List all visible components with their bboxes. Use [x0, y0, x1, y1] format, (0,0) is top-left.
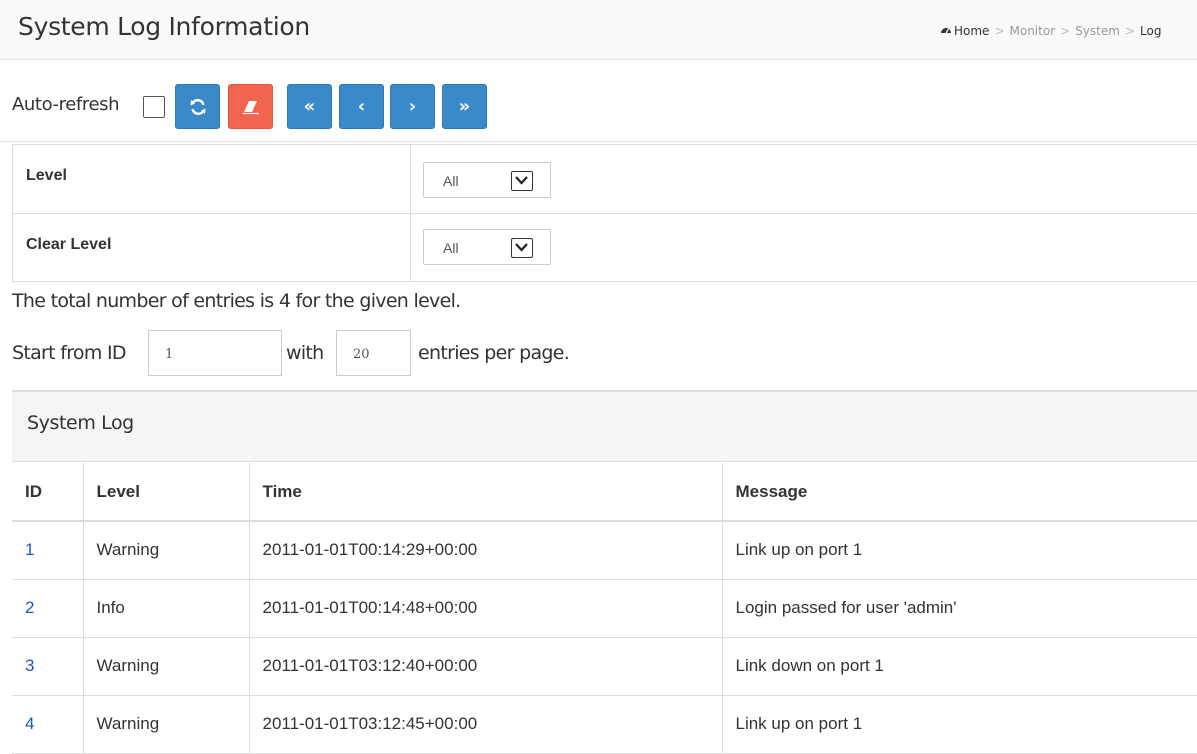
column-header-level: Level	[83, 463, 250, 522]
clear-level-select[interactable]: All	[423, 229, 551, 265]
double-chevron-right-icon: »	[458, 96, 471, 117]
clear-level-label: Clear Level	[26, 236, 112, 253]
log-id-link[interactable]: 4	[25, 714, 34, 733]
level-select[interactable]: All	[423, 162, 551, 198]
log-time-cell: 2011-01-01T00:14:29+00:00	[249, 521, 723, 580]
log-id-cell: 2	[12, 579, 84, 638]
level-settings-table: Level All Clear Level All	[12, 144, 1197, 282]
refresh-button[interactable]	[175, 84, 220, 129]
chevron-right-icon: ›	[408, 96, 417, 117]
level-select-value: All	[443, 173, 459, 189]
page-title: System Log Information	[18, 12, 310, 41]
start-id-label: Start from ID	[12, 342, 127, 364]
log-time-cell: 2011-01-01T03:12:45+00:00	[249, 695, 723, 754]
log-id-link[interactable]: 3	[25, 656, 34, 675]
log-message-cell: Login passed for user 'admin'	[722, 579, 1197, 638]
panel-header: System Log	[12, 392, 1197, 462]
log-message-cell: Link up on port 1	[722, 695, 1197, 754]
clear-level-row: Clear Level All	[13, 213, 1197, 281]
breadcrumb-separator: >	[1060, 24, 1071, 38]
clear-level-select-value: All	[443, 240, 459, 256]
next-page-button[interactable]: ›	[390, 84, 435, 129]
chevron-down-icon	[511, 238, 533, 258]
log-level-cell: Warning	[83, 637, 250, 696]
chevron-down-icon	[511, 171, 533, 191]
log-level-cell: Warning	[83, 521, 250, 580]
level-row: Level All	[13, 145, 1197, 213]
table-row: 1 Warning 2011-01-01T00:14:29+00:00 Link…	[12, 521, 1197, 580]
log-level-cell: Warning	[83, 695, 250, 754]
breadcrumb-log: Log	[1140, 24, 1162, 38]
table-row: 2 Info 2011-01-01T00:14:48+00:00 Login p…	[12, 579, 1197, 638]
toolbar-divider	[0, 141, 1197, 142]
clear-button[interactable]	[228, 84, 273, 129]
breadcrumb-system[interactable]: System	[1075, 24, 1120, 38]
auto-refresh-label: Auto-refresh	[12, 94, 120, 115]
previous-page-button[interactable]: ‹	[339, 84, 384, 129]
log-id-link[interactable]: 2	[25, 598, 34, 617]
column-header-time: Time	[249, 463, 723, 522]
log-id-cell: 1	[12, 521, 84, 580]
level-label: Level	[26, 167, 67, 184]
log-id-cell: 4	[12, 695, 84, 754]
last-page-button[interactable]: »	[442, 84, 487, 129]
dashboard-icon	[941, 28, 951, 34]
log-id-cell: 3	[12, 637, 84, 696]
breadcrumb-monitor[interactable]: Monitor	[1010, 24, 1056, 38]
page-header: System Log Information Home > Monitor > Syst…	[0, 0, 1197, 60]
table-row: 4 Warning 2011-01-01T03:12:45+00:00 Link…	[12, 695, 1197, 754]
first-page-button[interactable]: «	[287, 84, 332, 129]
breadcrumb-home[interactable]: Home	[954, 24, 989, 38]
log-time-cell: 2011-01-01T00:14:48+00:00	[249, 579, 723, 638]
refresh-icon	[190, 98, 205, 115]
double-chevron-left-icon: «	[303, 96, 316, 117]
auto-refresh-checkbox[interactable]	[143, 96, 165, 118]
table-row: 3 Warning 2011-01-01T03:12:40+00:00 Link…	[12, 637, 1197, 696]
log-message-cell: Link up on port 1	[722, 521, 1197, 580]
breadcrumb: Home > Monitor > System > Log	[940, 24, 1161, 38]
column-header-message: Message	[722, 463, 1197, 522]
system-log-table: ID Level Time Message 1 Warning 2011-01-…	[12, 463, 1197, 754]
breadcrumb-separator: >	[994, 24, 1005, 38]
breadcrumb-separator: >	[1124, 24, 1135, 38]
per-page-label: entries per page.	[418, 342, 570, 364]
column-divider	[410, 145, 411, 281]
entries-summary: The total number of entries is 4 for the…	[12, 290, 461, 312]
panel-title: System Log	[27, 412, 134, 434]
entries-per-page-input[interactable]: 20	[336, 330, 411, 376]
log-message-cell: Link down on port 1	[722, 637, 1197, 696]
start-id-input[interactable]: 1	[148, 330, 282, 376]
system-log-panel: System Log ID Level Time Message 1 Warni…	[12, 390, 1197, 754]
log-level-cell: Info	[83, 579, 250, 638]
chevron-left-icon: ‹	[357, 96, 366, 117]
with-label: with	[286, 342, 324, 364]
log-id-link[interactable]: 1	[25, 540, 34, 559]
log-time-cell: 2011-01-01T03:12:40+00:00	[249, 637, 723, 696]
eraser-icon	[242, 100, 259, 114]
table-header-row: ID Level Time Message	[12, 463, 1197, 522]
column-header-id: ID	[12, 463, 84, 522]
